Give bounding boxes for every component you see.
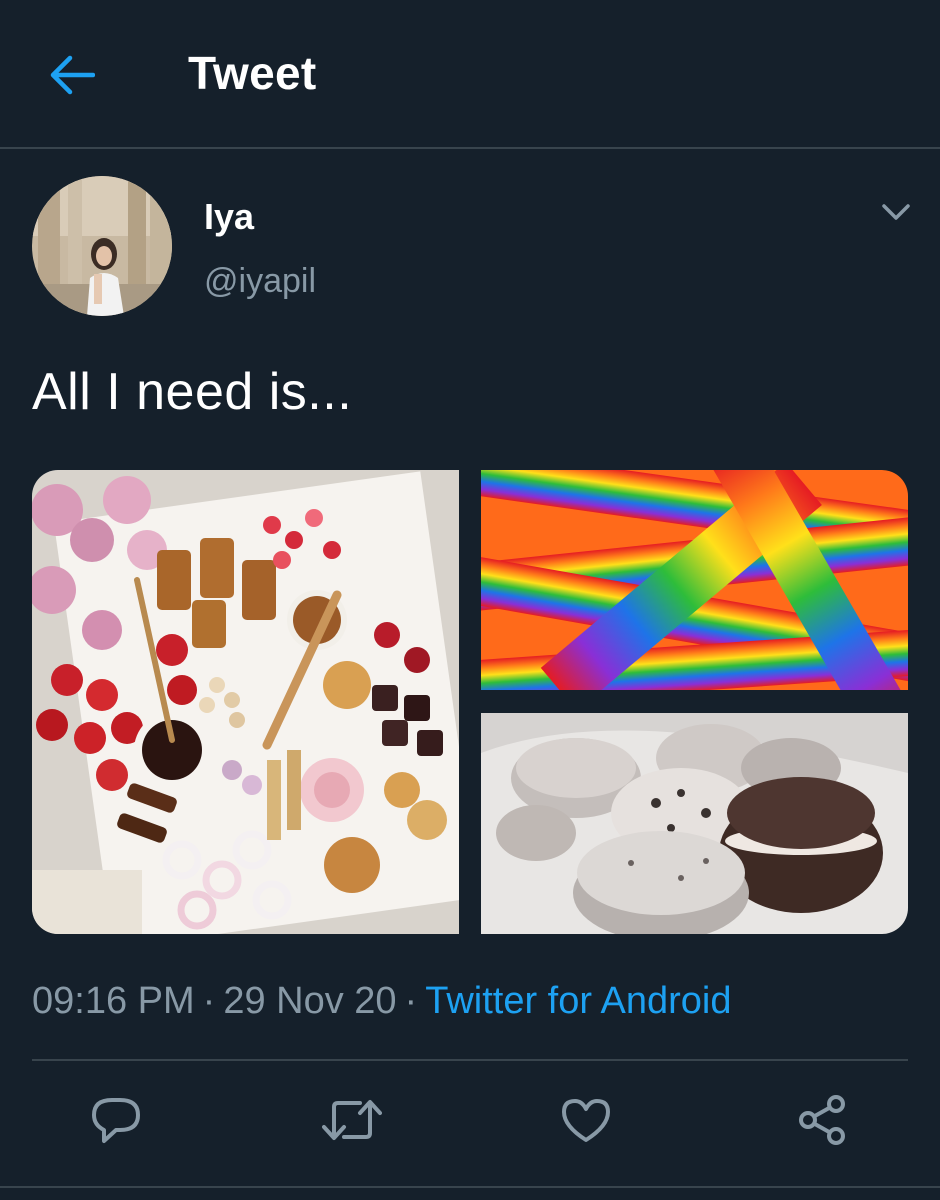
- back-button[interactable]: [40, 45, 104, 109]
- page-title: Tweet: [188, 47, 317, 99]
- user-display-name[interactable]: Iya: [204, 196, 254, 238]
- media-image-macarons[interactable]: [481, 713, 908, 934]
- separator-dot: ·: [202, 980, 216, 1022]
- retweet-icon: [322, 1097, 382, 1148]
- arrow-left-icon: [49, 55, 96, 100]
- media-grid: [32, 470, 908, 934]
- reply-button[interactable]: [86, 1092, 146, 1152]
- share-icon: [796, 1094, 848, 1151]
- more-options-button[interactable]: [872, 194, 920, 234]
- media-image-dessert-board[interactable]: [32, 470, 459, 934]
- tweet-source-link[interactable]: Twitter for Android: [425, 980, 731, 1022]
- heart-icon: [560, 1096, 612, 1149]
- divider: [32, 1059, 908, 1061]
- media-image-rainbow-belts[interactable]: [481, 470, 908, 690]
- tweet-time: 09:16 PM: [32, 980, 195, 1022]
- reply-icon: [90, 1095, 142, 1150]
- retweet-button[interactable]: [322, 1092, 382, 1152]
- top-bar: Tweet: [0, 0, 940, 149]
- divider: [0, 1186, 940, 1188]
- share-button[interactable]: [792, 1092, 852, 1152]
- chevron-down-icon: [881, 202, 911, 227]
- avatar[interactable]: [32, 176, 172, 316]
- separator-dot: ·: [404, 980, 418, 1022]
- tweet-text: All I need is...: [32, 363, 353, 421]
- user-handle[interactable]: @iyapil: [204, 262, 316, 301]
- tweet-date: 29 Nov 20: [223, 980, 397, 1022]
- tweet-metadata: 09:16 PM · 29 Nov 20 · Twitter for Android: [32, 980, 731, 1023]
- like-button[interactable]: [556, 1092, 616, 1152]
